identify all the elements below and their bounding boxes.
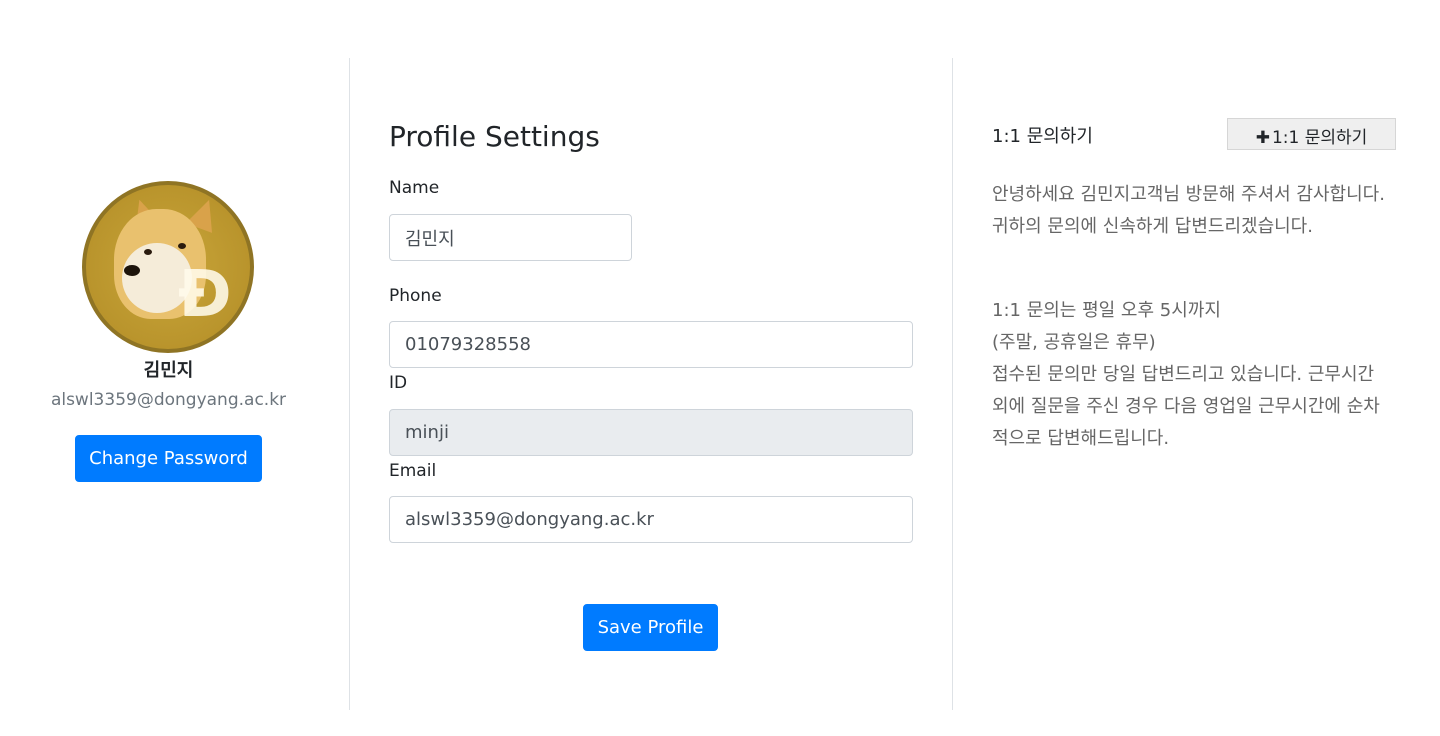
save-profile-button[interactable]: Save Profile [583,604,718,651]
left-column-divider [349,58,350,710]
inquiry-hours: 1:1 문의는 평일 오후 5시까지 (주말, 공휴일은 휴무) 접수된 문의만… [992,295,1392,455]
right-column-divider [952,58,953,710]
name-field[interactable] [389,214,632,261]
avatar-nose [124,265,140,276]
avatar-eye [178,243,186,249]
avatar: Ð [82,181,254,353]
hours-line: 접수된 문의만 당일 답변드리고 있습니다. 근무시간 외에 질문을 주신 경우… [992,364,1380,449]
avatar-eye [144,249,152,255]
phone-field[interactable] [389,321,913,368]
profile-display-name: 김민지 [143,360,194,381]
inquiry-title: 1:1 문의하기 [992,126,1093,147]
new-inquiry-button-label: 1:1 문의하기 [1271,128,1368,148]
new-inquiry-button[interactable]: ✚ 1:1 문의하기 [1227,118,1396,150]
id-field [389,409,913,456]
profile-email: alswl3359@dongyang.ac.kr [50,390,287,410]
id-label: ID [389,373,408,393]
greeting-line: 귀하의 문의에 신속하게 답변드리겠습니다. [992,216,1313,237]
name-label: Name [389,178,440,198]
email-label: Email [389,461,437,481]
profile-page: Ð 김민지 alswl3359@dongyang.ac.kr Change Pa… [0,0,1440,736]
email-field[interactable] [389,496,913,543]
dogecoin-logo-icon: Ð [178,258,232,332]
greeting-line: 안녕하세요 김민지고객님 방문해 주셔서 감사합니다. [992,184,1385,205]
page-title: Profile Settings [389,120,600,153]
inquiry-greeting: 안녕하세요 김민지고객님 방문해 주셔서 감사합니다. 귀하의 문의에 신속하게… [992,179,1392,243]
hours-line: 1:1 문의는 평일 오후 5시까지 [992,300,1221,321]
hours-line: (주말, 공휴일은 휴무) [992,332,1156,353]
phone-label: Phone [389,286,442,306]
plus-icon: ✚ [1255,128,1270,148]
change-password-button[interactable]: Change Password [75,435,262,482]
